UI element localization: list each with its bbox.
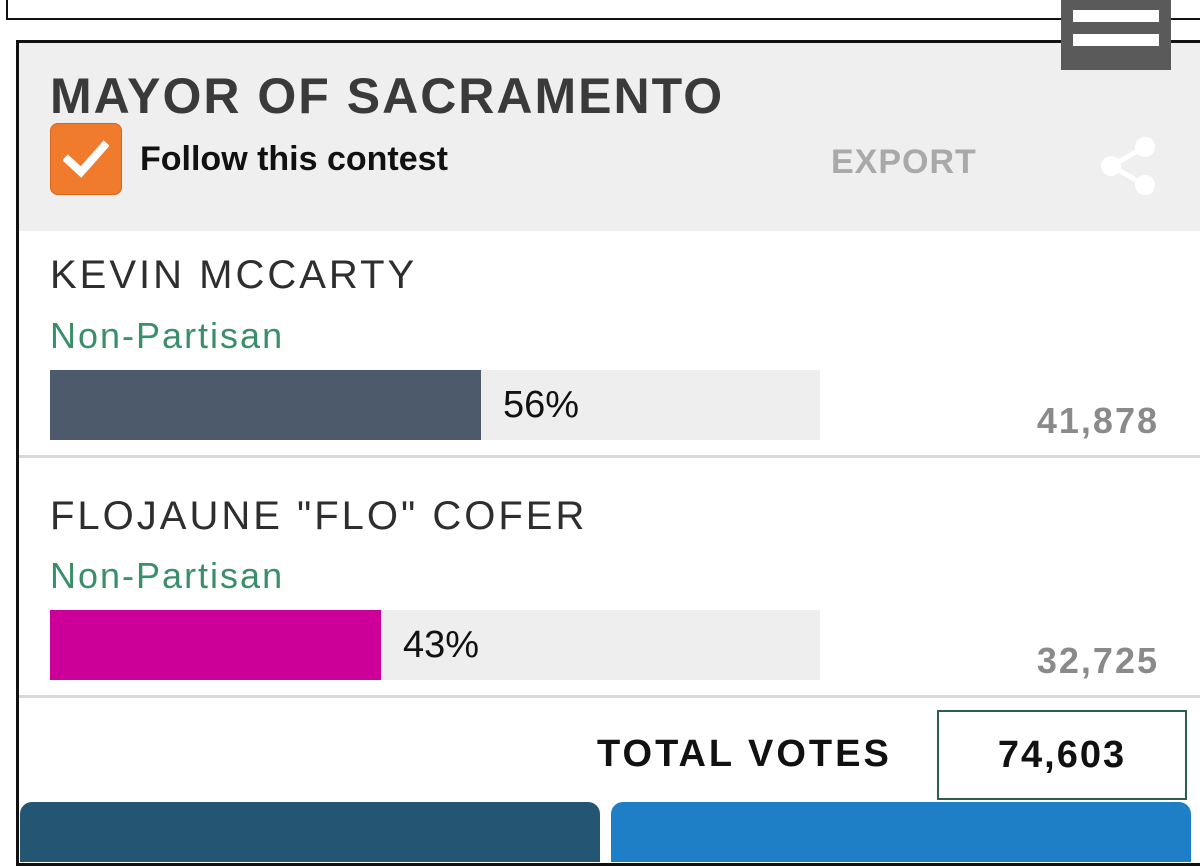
total-votes-label: TOTAL VOTES <box>597 733 892 775</box>
contest-header: MAYOR OF SACRAMENTO Follow this contest … <box>19 43 1200 231</box>
contest-title: MAYOR OF SACRAMENTO <box>50 68 725 124</box>
candidate-party: Non-Partisan <box>50 315 285 356</box>
share-icon[interactable] <box>1097 135 1159 197</box>
candidate-name: KEVIN MCCARTY <box>50 253 418 297</box>
follow-contest-toggle[interactable]: Follow this contest <box>50 123 448 195</box>
bottom-left-button[interactable] <box>20 802 600 862</box>
top-frame <box>6 0 1200 20</box>
candidate-name: FLOJAUNE "FLO" COFER <box>50 494 588 538</box>
result-percent: 56% <box>503 384 580 426</box>
candidate-party: Non-Partisan <box>50 555 285 596</box>
total-votes-value: 74,603 <box>937 710 1187 800</box>
result-bar-fill <box>50 370 481 440</box>
follow-checkbox[interactable] <box>50 123 122 195</box>
row-divider <box>19 455 1200 458</box>
result-percent: 43% <box>403 624 480 666</box>
result-bar: 56% <box>50 370 820 440</box>
bottom-right-button[interactable] <box>611 802 1191 862</box>
export-button[interactable]: EXPORT <box>831 143 977 182</box>
result-bar-fill <box>50 610 381 680</box>
result-bar: 43% <box>50 610 820 680</box>
checkmark-icon <box>63 140 109 178</box>
row-divider <box>19 695 1200 698</box>
contest-card: MAYOR OF SACRAMENTO Follow this contest … <box>16 40 1200 866</box>
candidate-votes: 41,878 <box>1036 400 1159 441</box>
candidate-votes: 32,725 <box>1036 640 1159 681</box>
menu-icon[interactable] <box>1061 0 1171 70</box>
follow-label: Follow this contest <box>140 139 448 178</box>
